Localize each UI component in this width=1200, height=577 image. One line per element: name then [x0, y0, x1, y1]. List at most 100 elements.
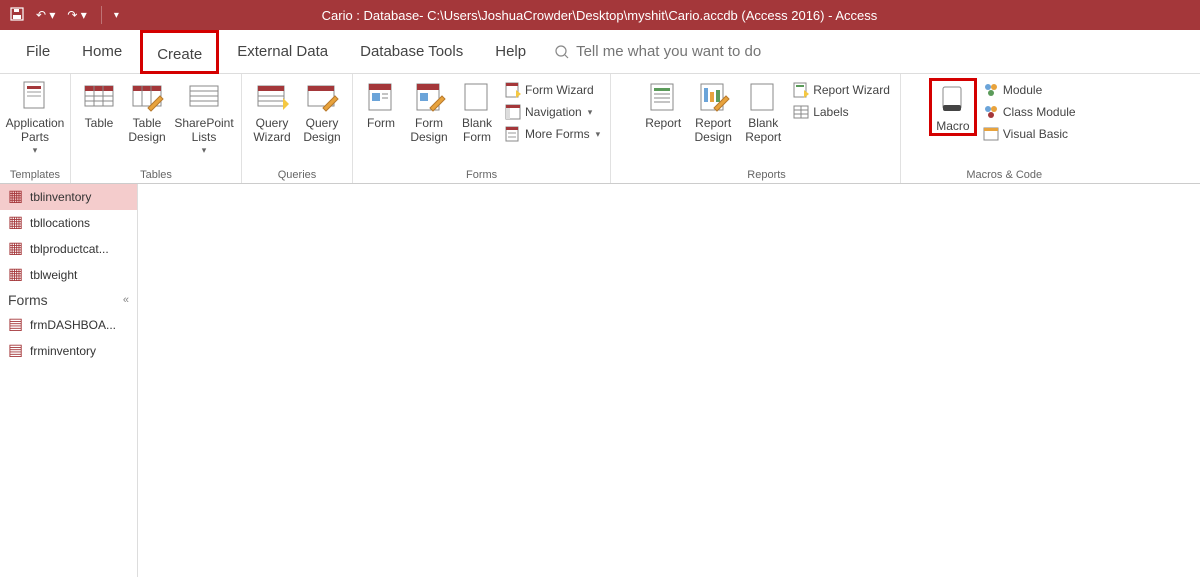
application-parts-button[interactable]: Application Parts ▾ [6, 78, 64, 156]
form-design-label: Form Design [410, 116, 447, 145]
visual-basic-label: Visual Basic [1003, 127, 1068, 141]
group-templates-label: Templates [10, 167, 60, 181]
class-module-button[interactable]: Class Module [979, 102, 1080, 122]
nav-form-frminventory[interactable]: frminventory [0, 338, 137, 364]
group-reports-label: Reports [747, 167, 786, 181]
content-area [138, 184, 1200, 577]
nav-item-label: tbllocations [30, 216, 90, 230]
blank-report-label: Blank Report [745, 116, 781, 145]
form-design-icon [412, 80, 446, 114]
group-forms-label: Forms [466, 167, 497, 181]
application-parts-icon [18, 80, 52, 114]
more-forms-label: More Forms [525, 127, 590, 141]
nav-form-frmdashboard[interactable]: frmDASHBOA... [0, 312, 137, 338]
group-queries-label: Queries [278, 167, 317, 181]
form-icon [364, 80, 398, 114]
visual-basic-button[interactable]: Visual Basic [979, 124, 1080, 144]
nav-table-tbllocations[interactable]: tbllocations [0, 210, 137, 236]
application-parts-label: Application Parts [6, 116, 65, 145]
nav-table-tblproductcat[interactable]: tblproductcat... [0, 236, 137, 262]
macro-button[interactable]: Macro [929, 78, 977, 136]
nav-item-label: tblproductcat... [30, 242, 109, 256]
report-design-button[interactable]: Report Design [689, 78, 737, 145]
query-wizard-icon [255, 80, 289, 114]
macro-icon [936, 83, 970, 117]
ribbon-tabs: File Home Create External Data Database … [0, 30, 1200, 74]
redo-icon[interactable]: ↷ ▾ [67, 8, 86, 22]
report-wizard-button[interactable]: Report Wizard [789, 80, 894, 100]
title-bar: ↶ ▾ ↷ ▾ ▾ Cario : Database- C:\Users\Jos… [0, 0, 1200, 30]
form-design-button[interactable]: Form Design [405, 78, 453, 145]
tell-me-input[interactable] [576, 43, 836, 60]
sharepoint-lists-button[interactable]: SharePoint Lists ▾ [173, 78, 235, 156]
table-design-label: Table Design [128, 116, 165, 145]
tab-home[interactable]: Home [68, 30, 136, 74]
window-title: Cario : Database- C:\Users\JoshuaCrowder… [119, 8, 1080, 23]
query-wizard-label: Query Wizard [253, 116, 290, 145]
group-reports: Report Report Design Blank Report Report… [611, 74, 901, 183]
report-wizard-label: Report Wizard [813, 83, 890, 97]
table-object-icon [8, 189, 24, 205]
undo-icon[interactable]: ↶ ▾ [36, 8, 55, 22]
form-button[interactable]: Form [359, 78, 403, 130]
report-design-icon [696, 80, 730, 114]
nav-table-tblweight[interactable]: tblweight [0, 262, 137, 288]
macro-label: Macro [936, 119, 969, 133]
more-forms-icon [505, 126, 521, 142]
nav-forms-header[interactable]: Forms « [0, 288, 137, 312]
query-design-label: Query Design [303, 116, 340, 145]
sharepoint-lists-icon [187, 80, 221, 114]
report-label: Report [645, 116, 681, 130]
group-tables-label: Tables [140, 167, 172, 181]
collapse-icon[interactable]: « [123, 294, 129, 306]
form-wizard-button[interactable]: Form Wizard [501, 80, 604, 100]
navigation-pane: tblinventory tbllocations tblproductcat.… [0, 184, 138, 577]
labels-icon [793, 104, 809, 120]
report-wizard-icon [793, 82, 809, 98]
class-module-label: Class Module [1003, 105, 1076, 119]
tab-database-tools[interactable]: Database Tools [346, 30, 477, 74]
module-button[interactable]: Module [979, 80, 1080, 100]
tab-file[interactable]: File [12, 30, 64, 74]
report-button[interactable]: Report [639, 78, 687, 130]
tab-help[interactable]: Help [481, 30, 540, 74]
blank-report-icon [746, 80, 780, 114]
group-queries: Query Wizard Query Design Queries [242, 74, 353, 183]
navigation-button[interactable]: Navigation [501, 102, 604, 122]
save-icon[interactable] [10, 7, 24, 24]
nav-item-label: tblweight [30, 268, 77, 282]
module-label: Module [1003, 83, 1042, 97]
labels-button[interactable]: Labels [789, 102, 894, 122]
group-forms: Form Form Design Blank Form Form Wizard … [353, 74, 611, 183]
form-object-icon [8, 317, 24, 333]
navigation-icon [505, 104, 521, 120]
quick-access-toolbar: ↶ ▾ ↷ ▾ ▾ [0, 6, 119, 24]
query-design-icon [305, 80, 339, 114]
table-design-button[interactable]: Table Design [123, 78, 171, 145]
tab-external-data[interactable]: External Data [223, 30, 342, 74]
qat-separator [101, 6, 102, 24]
form-object-icon [8, 343, 24, 359]
table-button[interactable]: Table [77, 78, 121, 130]
form-label: Form [367, 116, 395, 130]
module-icon [983, 82, 999, 98]
blank-form-label: Blank Form [462, 116, 492, 145]
tab-create[interactable]: Create [140, 30, 219, 74]
report-design-label: Report Design [695, 116, 732, 145]
nav-item-label: frminventory [30, 344, 96, 358]
table-object-icon [8, 267, 24, 283]
more-forms-button[interactable]: More Forms [501, 124, 604, 144]
query-wizard-button[interactable]: Query Wizard [248, 78, 296, 145]
query-design-button[interactable]: Query Design [298, 78, 346, 145]
form-wizard-icon [505, 82, 521, 98]
blank-report-button[interactable]: Blank Report [739, 78, 787, 145]
nav-item-label: frmDASHBOA... [30, 318, 116, 332]
nav-table-tblinventory[interactable]: tblinventory [0, 184, 137, 210]
table-object-icon [8, 215, 24, 231]
group-macros-code: Macro Module Class Module Visual Basic M… [901, 74, 1086, 183]
form-wizard-label: Form Wizard [525, 83, 594, 97]
blank-form-button[interactable]: Blank Form [455, 78, 499, 145]
table-design-icon [130, 80, 164, 114]
tell-me-search[interactable] [554, 43, 836, 60]
navigation-label: Navigation [525, 105, 582, 119]
